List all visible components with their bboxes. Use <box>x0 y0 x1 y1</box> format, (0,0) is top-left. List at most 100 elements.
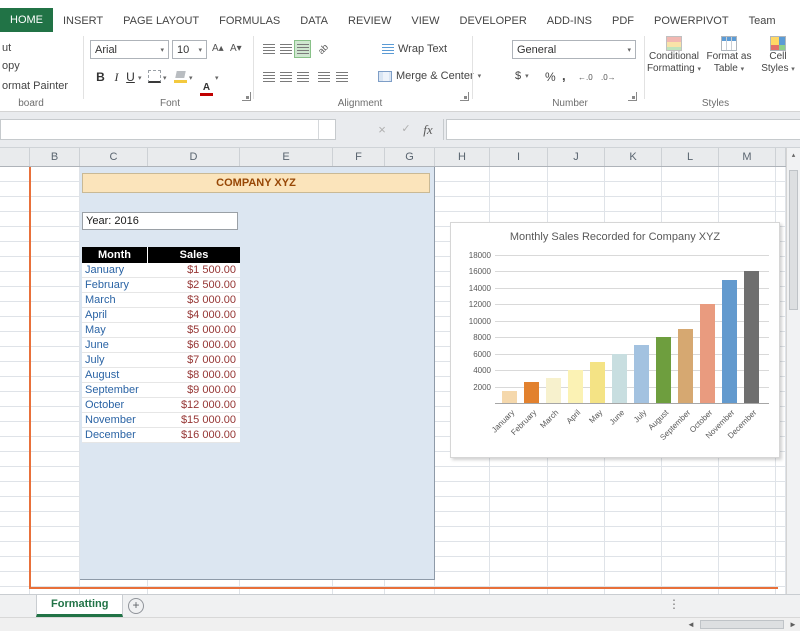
cell-month-june[interactable]: June <box>82 338 148 353</box>
column-header-H[interactable]: H <box>435 148 490 166</box>
fill-color-icon[interactable] <box>174 70 187 83</box>
cell-sales-february[interactable]: $2 500.00 <box>148 278 240 293</box>
name-box[interactable] <box>0 119 336 140</box>
cell-month-december[interactable]: December <box>82 428 148 443</box>
copy-button[interactable]: opy <box>2 60 20 72</box>
comma-style-icon[interactable]: , <box>562 68 566 83</box>
vertical-scrollbar[interactable]: ▴ <box>786 148 800 594</box>
chevron-down-icon[interactable]: ▾ <box>189 74 193 82</box>
horizontal-scrollbar[interactable]: ◄ ► <box>0 617 800 631</box>
column-header-F[interactable]: F <box>333 148 385 166</box>
cell-sales-april[interactable]: $4 000.00 <box>148 308 240 323</box>
ribbon-tab-team[interactable]: Team <box>739 10 786 32</box>
ribbon-tab-add-ins[interactable]: ADD-INS <box>537 10 602 32</box>
ribbon-tab-review[interactable]: REVIEW <box>338 10 401 32</box>
column-header-K[interactable]: K <box>605 148 662 166</box>
font-color-icon[interactable]: A <box>200 82 213 96</box>
top-align-button[interactable] <box>260 40 277 58</box>
cell-sales-august[interactable]: $8 000.00 <box>148 368 240 383</box>
ribbon-tab-page-layout[interactable]: PAGE LAYOUT <box>113 10 209 32</box>
column-header-I[interactable]: I <box>490 148 548 166</box>
column-header-M[interactable]: M <box>719 148 776 166</box>
cell-styles-button[interactable]: Cell Styles ▾ <box>757 36 799 76</box>
increase-indent-button[interactable] <box>333 68 350 86</box>
bottom-align-button[interactable] <box>294 40 311 58</box>
cell-month-october[interactable]: October <box>82 398 148 413</box>
cell-sales-june[interactable]: $6 000.00 <box>148 338 240 353</box>
cell-sales-december[interactable]: $16 000.00 <box>148 428 240 443</box>
ribbon-tab-pdf[interactable]: PDF <box>602 10 644 32</box>
cell-sales-july[interactable]: $7 000.00 <box>148 353 240 368</box>
shrink-font-icon[interactable]: A▾ <box>230 43 242 54</box>
ribbon-tab-data[interactable]: DATA <box>290 10 338 32</box>
cell-month-february[interactable]: February <box>82 278 148 293</box>
middle-align-button[interactable] <box>277 40 294 58</box>
horizontal-scroll-thumb[interactable] <box>700 620 784 629</box>
ribbon-tab-view[interactable]: VIEW <box>401 10 449 32</box>
cancel-icon[interactable]: × <box>372 119 392 140</box>
increase-decimal-icon[interactable]: ←.0 <box>578 73 593 82</box>
ribbon-tab-formulas[interactable]: FORMULAS <box>209 10 290 32</box>
ribbon-tab-insert[interactable]: INSERT <box>53 10 113 32</box>
column-header-partial[interactable] <box>0 148 30 166</box>
number-dialog-launcher[interactable] <box>628 92 637 101</box>
grow-font-icon[interactable]: A▴ <box>212 43 224 54</box>
cut-button[interactable]: ut <box>2 42 11 54</box>
merge-center-button[interactable]: Merge & Center ▾ <box>378 70 481 82</box>
underline-button[interactable]: U <box>122 68 139 86</box>
cell-sales-september[interactable]: $9 000.00 <box>148 383 240 398</box>
cell-month-august[interactable]: August <box>82 368 148 383</box>
ribbon-tab-home[interactable]: HOME <box>0 8 53 32</box>
cell-sales-may[interactable]: $5 000.00 <box>148 323 240 338</box>
cell-month-april[interactable]: April <box>82 308 148 323</box>
column-header-J[interactable]: J <box>548 148 605 166</box>
column-header-G[interactable]: G <box>385 148 435 166</box>
conditional-formatting-button[interactable]: Conditional Formatting ▾ <box>646 36 702 76</box>
cell-month-january[interactable]: January <box>82 263 148 278</box>
decrease-decimal-icon[interactable]: .0→ <box>601 73 616 82</box>
align-right-button[interactable] <box>294 68 311 86</box>
add-sheet-button[interactable]: + <box>128 598 144 614</box>
font-size-combobox[interactable]: 10 ▾ <box>172 40 207 59</box>
sheet-tab-formatting[interactable]: Formatting <box>36 595 123 617</box>
font-family-combobox[interactable]: Arial ▾ <box>90 40 169 59</box>
cell-sales-november[interactable]: $15 000.00 <box>148 413 240 428</box>
chevron-down-icon[interactable]: ▾ <box>215 74 219 82</box>
column-header-C[interactable]: C <box>80 148 148 166</box>
bold-button[interactable]: B <box>92 68 109 86</box>
scroll-left-icon[interactable]: ◄ <box>684 618 698 631</box>
formula-input[interactable] <box>446 119 800 140</box>
font-dialog-launcher[interactable] <box>242 92 251 101</box>
scroll-right-icon[interactable]: ► <box>786 618 800 631</box>
alignment-dialog-launcher[interactable] <box>460 92 469 101</box>
accounting-format-button[interactable]: $ ▾ <box>515 70 529 82</box>
cell-month-march[interactable]: March <box>82 293 148 308</box>
cell-month-november[interactable]: November <box>82 413 148 428</box>
ribbon-tab-powerpivot[interactable]: POWERPIVOT <box>644 10 739 32</box>
cell-month-july[interactable]: July <box>82 353 148 368</box>
cell-month-september[interactable]: September <box>82 383 148 398</box>
cell-month-may[interactable]: May <box>82 323 148 338</box>
wrap-text-button[interactable]: Wrap Text <box>382 43 447 55</box>
align-center-button[interactable] <box>277 68 294 86</box>
sales-chart[interactable]: Monthly Sales Recorded for Company XYZ 2… <box>450 222 780 458</box>
column-header-B[interactable]: B <box>30 148 80 166</box>
chevron-down-icon[interactable]: ▾ <box>163 74 167 82</box>
align-left-button[interactable] <box>260 68 277 86</box>
cell-sales-october[interactable]: $12 000.00 <box>148 398 240 413</box>
enter-icon[interactable]: ✓ <box>396 119 416 140</box>
format-painter-button[interactable]: ormat Painter <box>2 80 68 92</box>
column-header-D[interactable]: D <box>148 148 240 166</box>
column-header-partial[interactable] <box>776 148 786 166</box>
column-header-L[interactable]: L <box>662 148 719 166</box>
decrease-indent-button[interactable] <box>315 68 332 86</box>
chevron-down-icon[interactable]: ▾ <box>138 74 142 82</box>
cell-sales-march[interactable]: $3 000.00 <box>148 293 240 308</box>
insert-function-icon[interactable]: fx <box>418 119 438 140</box>
borders-icon[interactable] <box>148 70 161 83</box>
vertical-scroll-thumb[interactable] <box>789 170 798 310</box>
cell-sales-january[interactable]: $1 500.00 <box>148 263 240 278</box>
percent-style-icon[interactable]: % <box>545 70 556 84</box>
number-format-combobox[interactable]: General ▾ <box>512 40 636 59</box>
format-as-table-button[interactable]: Format as Table ▾ <box>704 36 754 76</box>
